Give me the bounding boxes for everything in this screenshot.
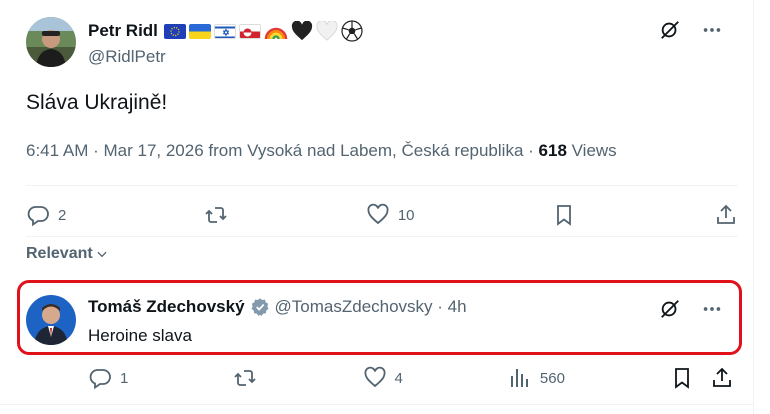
views-count: 560 xyxy=(539,369,565,387)
author-row: Petr Ridl xyxy=(88,20,363,42)
retweet-button[interactable] xyxy=(233,366,257,390)
reply-icon xyxy=(89,369,111,390)
sort-replies-dropdown[interactable]: Relevant xyxy=(26,245,109,263)
author-avatar[interactable] xyxy=(26,17,76,67)
reply-count: 1 xyxy=(120,369,129,387)
reply-action-bar: 1 4 560 xyxy=(88,365,734,391)
like-button[interactable]: 10 xyxy=(366,203,415,227)
reply-button[interactable]: 2 xyxy=(26,203,66,227)
grok-icon[interactable] xyxy=(658,18,682,42)
tweet-text: Sláva Ukrajině! xyxy=(26,91,168,114)
bookmark-icon xyxy=(557,205,572,226)
column-divider xyxy=(753,0,754,414)
views-label: Views xyxy=(571,141,617,160)
bookmark-button[interactable] xyxy=(552,203,576,227)
israel-flag-icon xyxy=(213,23,236,39)
bookmark-icon xyxy=(675,368,689,389)
tweet-location: from Vysoká nad Labem, Česká republika xyxy=(208,141,524,160)
bookmark-button[interactable] xyxy=(670,366,694,390)
like-button[interactable]: 4 xyxy=(363,366,403,390)
share-icon xyxy=(717,204,735,224)
tweet-detail-frame: Petr Ridl @RidlPetr Sláva Ukrajině! 6:41… xyxy=(0,0,770,414)
rainbow-icon xyxy=(264,21,288,41)
heart-icon xyxy=(367,203,389,225)
divider xyxy=(26,185,738,186)
share-icon xyxy=(713,367,731,387)
more-icon[interactable] xyxy=(700,18,724,42)
share-button[interactable] xyxy=(710,366,734,390)
black-heart-icon xyxy=(291,20,313,41)
meta-separator: · xyxy=(93,141,104,160)
divider xyxy=(0,404,754,405)
reply-count: 2 xyxy=(58,206,67,224)
white-heart-icon xyxy=(316,20,338,41)
tweet-meta: 6:41 AM · Mar 17, 2026 from Vysoká nad L… xyxy=(26,141,617,161)
retweet-icon xyxy=(234,370,257,386)
tweet-date[interactable]: Mar 17, 2026 xyxy=(104,141,204,160)
soccer-ball-icon xyxy=(341,20,363,42)
tweet-top-actions xyxy=(658,18,724,42)
greenland-flag-icon xyxy=(238,23,261,39)
eu-flag-icon xyxy=(163,23,186,39)
like-count: 10 xyxy=(397,206,415,224)
tweet-time[interactable]: 6:41 AM xyxy=(26,141,88,160)
share-button[interactable] xyxy=(714,203,738,227)
author-name[interactable]: Petr Ridl xyxy=(88,21,158,41)
retweet-icon xyxy=(205,207,227,223)
name-emojis xyxy=(163,20,363,42)
author-handle[interactable]: @RidlPetr xyxy=(88,47,166,67)
meta-separator: · xyxy=(528,141,539,160)
ukraine-flag-icon xyxy=(188,23,211,39)
chevron-down-icon xyxy=(97,251,107,258)
tweet-action-bar: 2 10 xyxy=(26,200,738,230)
reply-button[interactable]: 1 xyxy=(88,366,128,390)
views-button[interactable]: 560 xyxy=(508,366,565,390)
divider xyxy=(26,236,738,237)
views-count: 618 xyxy=(538,141,567,160)
reply-icon xyxy=(27,206,49,227)
like-count: 4 xyxy=(394,369,403,387)
highlight-box xyxy=(17,280,742,355)
sort-label: Relevant xyxy=(26,245,93,262)
views-icon xyxy=(510,369,528,387)
heart-icon xyxy=(364,366,385,388)
retweet-button[interactable] xyxy=(204,203,228,227)
